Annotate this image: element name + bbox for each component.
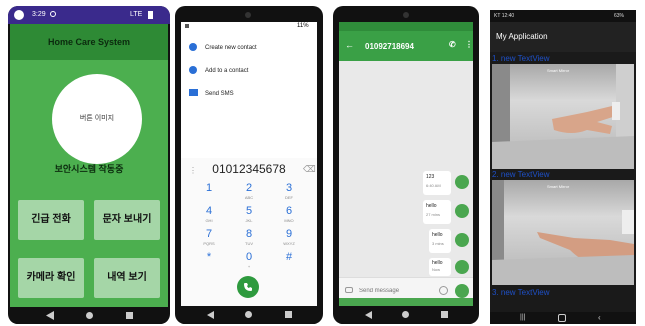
status-bar: 3:29 LTE bbox=[8, 6, 170, 24]
recents-icon[interactable] bbox=[126, 312, 133, 319]
security-status-text: 보안시스템 작동중 bbox=[54, 164, 124, 174]
back-icon[interactable] bbox=[207, 311, 214, 319]
message-bubble[interactable]: hello Now bbox=[429, 258, 451, 276]
textview-3: 3. new TextView bbox=[492, 288, 550, 297]
nav-bar bbox=[181, 306, 317, 324]
call-icon[interactable]: ✆ bbox=[449, 40, 456, 49]
back-icon[interactable]: ‹ bbox=[598, 313, 601, 322]
recents-icon[interactable] bbox=[441, 311, 448, 318]
message-input[interactable] bbox=[359, 284, 435, 298]
add-person-icon bbox=[189, 43, 197, 51]
number-action-sheet: Create new contact Add to a contact Send… bbox=[181, 32, 317, 158]
dial-key-hash[interactable]: # bbox=[274, 251, 304, 275]
status-bar: 11% bbox=[181, 22, 317, 32]
last-message-strip bbox=[339, 298, 473, 306]
dial-key-8[interactable]: 8 TUV bbox=[234, 228, 264, 252]
overflow-menu-icon[interactable]: ⋮ bbox=[465, 40, 473, 49]
phone-home-care: 3:29 LTE Home Care System 버튼 이미지 보안시스템 작… bbox=[8, 6, 170, 324]
status-time: KT 12:40 bbox=[494, 13, 515, 19]
status-bar bbox=[339, 22, 473, 31]
camera-image-2: Smart Mirror bbox=[492, 180, 634, 285]
send-button[interactable] bbox=[455, 284, 469, 298]
app-title: My Application bbox=[496, 32, 548, 41]
camera-image-1: Smart Mirror bbox=[492, 64, 634, 169]
back-icon[interactable] bbox=[46, 311, 54, 320]
message-icon bbox=[189, 89, 198, 96]
camera-icon bbox=[245, 12, 251, 18]
camera-check-button[interactable]: 카메라 확인 bbox=[18, 258, 84, 298]
back-arrow-icon[interactable]: ← bbox=[345, 40, 354, 50]
notification-icon bbox=[185, 24, 189, 28]
home-icon[interactable] bbox=[402, 311, 409, 318]
send-sms-item[interactable]: Send SMS bbox=[181, 84, 317, 106]
battery-percent: 11% bbox=[297, 23, 309, 29]
recents-icon[interactable]: ||| bbox=[520, 314, 525, 321]
nav-bar bbox=[10, 307, 168, 324]
add-to-contact-item[interactable]: Add to a contact bbox=[181, 61, 317, 83]
dial-key-2[interactable]: 2 ABC bbox=[234, 182, 264, 206]
dial-key-3[interactable]: 3 DEF bbox=[274, 182, 304, 206]
hand-pointing-image bbox=[492, 180, 634, 285]
app-title: Home Care System bbox=[10, 24, 168, 60]
back-icon[interactable] bbox=[365, 311, 372, 319]
camera-icon bbox=[403, 12, 409, 18]
attach-icon[interactable] bbox=[345, 287, 353, 293]
call-button[interactable] bbox=[237, 276, 259, 298]
message-list: 123 6:40 AM hello 27 mins hello 3 mins hell… bbox=[339, 61, 473, 277]
send-sms-button[interactable]: 문자 보내기 bbox=[94, 200, 160, 240]
textview-1: 1. new TextView bbox=[492, 54, 550, 63]
battery-percent: 63% bbox=[614, 13, 625, 19]
nav-bar bbox=[339, 306, 473, 324]
person-icon bbox=[189, 66, 197, 74]
history-button[interactable]: 내역 보기 bbox=[94, 258, 160, 298]
contact-number: 01092718694 bbox=[365, 42, 414, 51]
dial-key-5[interactable]: 5 JKL bbox=[234, 205, 264, 229]
recents-icon[interactable] bbox=[285, 311, 292, 318]
dial-key-star[interactable]: * bbox=[194, 251, 224, 275]
message-bubble[interactable]: hello 27 mins bbox=[423, 200, 451, 224]
backspace-icon[interactable]: ⌫ bbox=[303, 164, 316, 175]
conversation-header: ← 01092718694 ✆ ⋮ bbox=[339, 31, 473, 61]
status-bar: KT 12:40 63% bbox=[490, 10, 636, 22]
dialed-number[interactable]: 01012345678 bbox=[181, 162, 317, 176]
avatar bbox=[455, 260, 469, 274]
avatar bbox=[455, 175, 469, 189]
phone-icon bbox=[244, 283, 252, 291]
status-time: 3:29 bbox=[32, 11, 46, 18]
circle-image-button[interactable]: 버튼 이미지 bbox=[52, 74, 142, 164]
sync-icon bbox=[50, 11, 56, 17]
battery-icon bbox=[148, 11, 153, 19]
home-icon[interactable] bbox=[86, 312, 93, 319]
nav-bar: ||| ‹ bbox=[490, 312, 636, 324]
message-bubble[interactable]: 123 6:40 AM bbox=[423, 171, 451, 195]
dial-key-6[interactable]: 6 MNO bbox=[274, 205, 304, 229]
network-label: LTE bbox=[130, 11, 143, 18]
camera-cutout-icon bbox=[14, 10, 24, 20]
phone-messages: ← 01092718694 ✆ ⋮ 123 6:40 AM hello 27 min… bbox=[333, 6, 479, 324]
emergency-call-button[interactable]: 긴급 전화 bbox=[18, 200, 84, 240]
create-contact-item[interactable]: Create new contact bbox=[181, 38, 317, 60]
dial-key-9[interactable]: 9 WXYZ bbox=[274, 228, 304, 252]
hand-gesture-image bbox=[492, 64, 634, 169]
textview-2: 2. new TextView bbox=[492, 170, 550, 179]
emoji-icon[interactable] bbox=[439, 286, 448, 295]
app-bar: My Application bbox=[490, 22, 636, 52]
dial-key-0[interactable]: 0 + bbox=[234, 251, 264, 275]
home-icon[interactable] bbox=[245, 311, 252, 318]
avatar bbox=[455, 233, 469, 247]
home-icon[interactable] bbox=[558, 314, 566, 322]
avatar bbox=[455, 204, 469, 218]
dial-key-1[interactable]: 1 bbox=[194, 182, 224, 206]
message-bubble[interactable]: hello 3 mins bbox=[429, 229, 451, 253]
dial-key-4[interactable]: 4 GHI bbox=[194, 205, 224, 229]
dial-key-7[interactable]: 7 PQRS bbox=[194, 228, 224, 252]
phone-camera-app: KT 12:40 63% My Application 1. new TextV… bbox=[490, 10, 636, 324]
phone-dialer: 11% Create new contact Add to a contact … bbox=[175, 6, 323, 324]
